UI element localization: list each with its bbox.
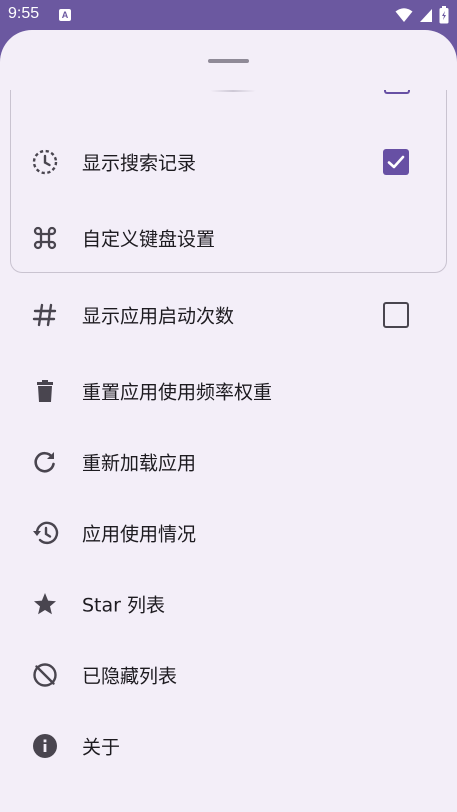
menu-item-about[interactable]: 关于: [0, 716, 457, 776]
command-key-icon: [31, 224, 59, 252]
menu-item-label: 重置应用使用频率权重: [82, 381, 273, 404]
menu-item-label: 显示搜索记录: [82, 152, 197, 175]
partially-hidden-checkbox: [384, 90, 410, 94]
battery-icon: [439, 6, 449, 24]
status-icons: [395, 6, 449, 24]
menu-item-label: 应用使用情况: [82, 523, 197, 546]
menu-item-label: 自定义键盘设置: [82, 228, 216, 251]
wifi-icon: [395, 8, 413, 22]
status-bar: 9:55 A: [0, 0, 457, 30]
restore-history-icon: [31, 519, 59, 547]
menu-item-reload-apps[interactable]: 重新加载应用: [0, 432, 457, 492]
trash-icon: [31, 377, 59, 405]
show-launch-count-checkbox[interactable]: [383, 302, 409, 328]
menu-item-label: Star 列表: [82, 594, 166, 617]
menu-item-custom-keyboard-settings[interactable]: 自定义键盘设置: [0, 208, 457, 268]
app-notification-icon: A: [59, 9, 71, 21]
menu-item-label: 已隐藏列表: [82, 665, 178, 688]
menu-item-star-list[interactable]: Star 列表: [0, 574, 457, 634]
status-time: 9:55: [8, 5, 40, 22]
menu-item-reset-usage-weights[interactable]: 重置应用使用频率权重: [0, 361, 457, 421]
hidden-icon: [31, 661, 59, 689]
menu-item-hidden-list[interactable]: 已隐藏列表: [0, 645, 457, 705]
bottom-sheet: 显示搜索记录 自定义键盘设置 显示应用启动次数 重置应用使用频率权重 重新加载应…: [0, 30, 457, 812]
hashtag-icon: [31, 301, 59, 329]
show-search-history-checkbox[interactable]: [383, 149, 409, 175]
menu-item-show-launch-count[interactable]: 显示应用启动次数: [0, 285, 457, 345]
drag-handle[interactable]: [208, 59, 249, 63]
menu-item-label: 显示应用启动次数: [82, 305, 235, 328]
info-icon: [31, 732, 59, 760]
menu-item-label: 重新加载应用: [82, 452, 197, 475]
star-icon: [31, 590, 59, 618]
menu-item-app-usage[interactable]: 应用使用情况: [0, 503, 457, 563]
checkmark-icon: [387, 155, 405, 169]
history-icon: [31, 148, 59, 176]
refresh-icon: [31, 448, 59, 476]
menu-item-label: 关于: [82, 736, 121, 759]
signal-icon: [420, 9, 432, 22]
faded-row-text: [210, 90, 256, 92]
menu-item-show-search-history[interactable]: 显示搜索记录: [0, 132, 457, 192]
menu-list[interactable]: 显示搜索记录 自定义键盘设置 显示应用启动次数 重置应用使用频率权重 重新加载应…: [0, 90, 457, 812]
